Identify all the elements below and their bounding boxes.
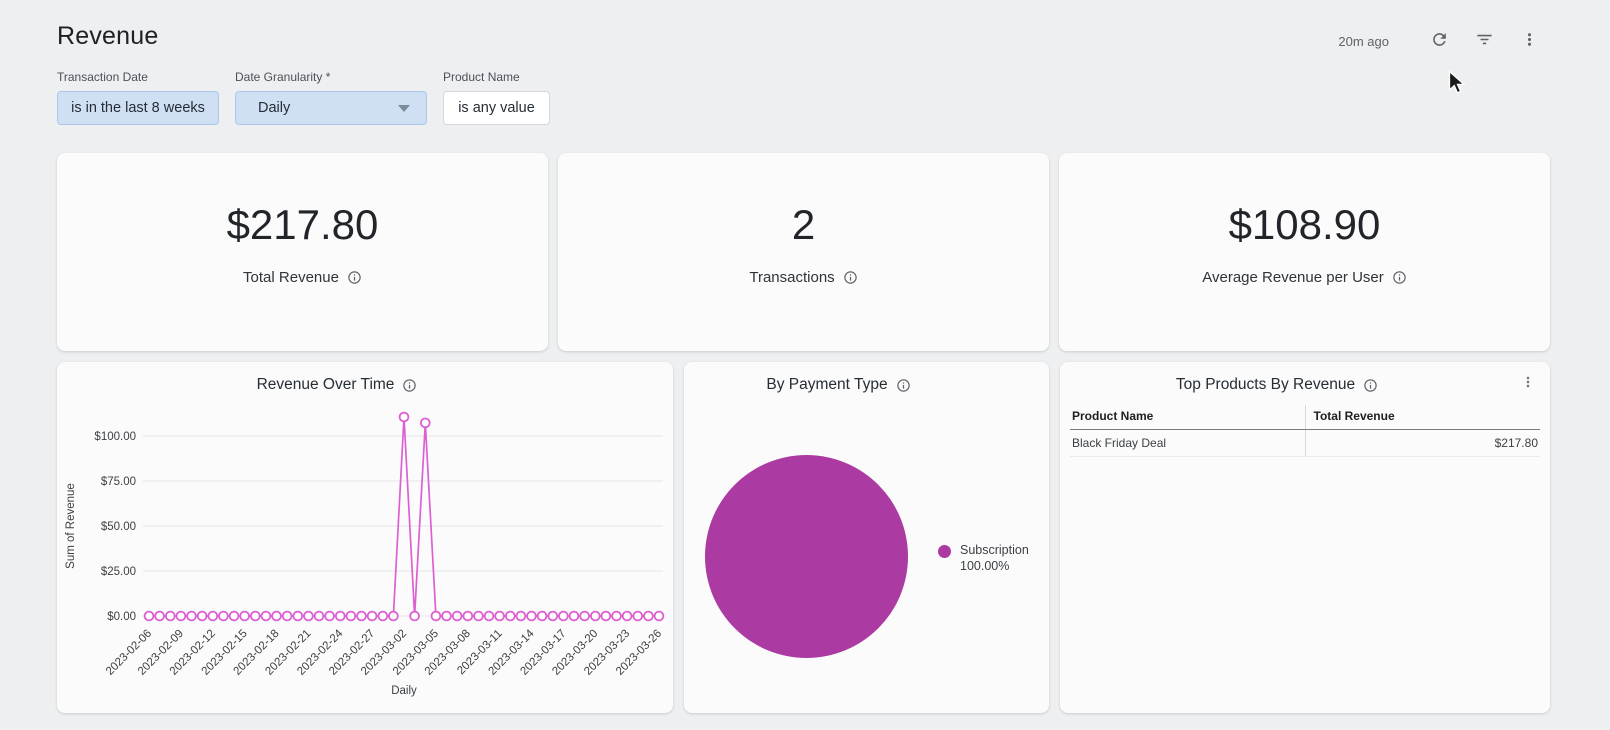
total-revenue-tile: $217.80 Total Revenue xyxy=(57,153,548,351)
info-icon[interactable] xyxy=(402,378,417,393)
transaction-date-filter-chip[interactable]: is in the last 8 weeks xyxy=(57,91,219,125)
pie-slice-subscription[interactable] xyxy=(705,455,908,658)
kpi-value: 2 xyxy=(791,201,816,248)
filter-value: is in the last 8 weeks xyxy=(71,100,205,116)
pie-legend[interactable]: Subscription 100.00% xyxy=(938,542,1029,574)
filter-label: Date Granularity * xyxy=(235,70,331,84)
refresh-icon xyxy=(1430,30,1449,52)
filter-value: is any value xyxy=(458,100,535,116)
filter-group-transaction-date: Transaction Date is in the last 8 weeks xyxy=(57,70,219,125)
date-granularity-dropdown[interactable]: Daily xyxy=(235,91,427,125)
filter-label: Product Name xyxy=(443,70,520,84)
svg-text:$0.00: $0.00 xyxy=(107,611,136,623)
kpi-value: $217.80 xyxy=(226,201,379,248)
dashboard-more-button[interactable] xyxy=(1517,27,1542,55)
average-revenue-per-user-tile: $108.90 Average Revenue per User xyxy=(1059,153,1550,351)
chart-title: Top Products By Revenue xyxy=(1175,376,1356,393)
kpi-label: Total Revenue xyxy=(243,269,339,286)
cell-product-name[interactable]: Black Friday Deal xyxy=(1070,429,1305,457)
page-title: Revenue xyxy=(57,22,159,50)
revenue-dashboard: Revenue 20m ago Transaction Date is in t… xyxy=(0,0,1610,713)
info-icon[interactable] xyxy=(1363,378,1378,393)
cell-total-revenue[interactable]: $217.80 xyxy=(1304,429,1540,457)
by-payment-type-tile: By Payment Type Subscription 100.00% xyxy=(684,362,1049,713)
kpi-row: $217.80 Total Revenue 2 Transactions $10… xyxy=(57,153,1550,351)
filter-label: Transaction Date xyxy=(57,70,148,84)
product-name-filter-chip[interactable]: is any value xyxy=(443,91,550,125)
info-icon[interactable] xyxy=(896,378,911,393)
filter-bar: Transaction Date is in the last 8 weeks … xyxy=(57,70,1550,125)
kebab-menu-icon xyxy=(1520,376,1536,393)
kpi-value: $108.90 xyxy=(1228,201,1381,248)
legend-swatch xyxy=(938,545,951,558)
dashboard-filters-button[interactable] xyxy=(1472,27,1497,55)
svg-text:Daily: Daily xyxy=(391,685,417,697)
refresh-button[interactable] xyxy=(1427,27,1452,55)
transactions-tile: 2 Transactions xyxy=(558,153,1049,351)
svg-text:$25.00: $25.00 xyxy=(101,566,136,578)
filter-icon xyxy=(1475,30,1494,52)
column-header-product-name[interactable]: Product Name xyxy=(1070,405,1305,430)
svg-text:$50.00: $50.00 xyxy=(101,521,136,533)
filter-group-product-name: Product Name is any value xyxy=(443,70,550,125)
svg-text:Sum of Revenue: Sum of Revenue xyxy=(65,483,77,569)
svg-text:$100.00: $100.00 xyxy=(94,431,136,443)
last-updated-label: 20m ago xyxy=(1338,33,1389,49)
legend-label: Subscription xyxy=(960,543,1029,557)
svg-text:$75.00: $75.00 xyxy=(101,476,136,488)
line-chart[interactable]: $0.00 $25.00 $50.00 $75.00 $100.00 Sum of Rev… xyxy=(57,394,673,706)
header-actions: 20m ago xyxy=(1338,27,1542,55)
tile-more-button[interactable] xyxy=(1518,372,1538,395)
column-header-total-revenue[interactable]: Total Revenue xyxy=(1304,405,1540,430)
kpi-label: Transactions xyxy=(749,269,835,286)
chevron-down-icon xyxy=(398,104,410,112)
filter-group-date-granularity: Date Granularity * Daily xyxy=(235,70,427,125)
chart-title: By Payment Type xyxy=(766,376,888,393)
kebab-menu-icon xyxy=(1520,30,1539,52)
table-row[interactable]: Black Friday Deal $217.80 xyxy=(1070,429,1540,457)
top-products-by-revenue-tile: Top Products By Revenue Product Name Tot… xyxy=(1060,362,1550,713)
info-icon[interactable] xyxy=(347,270,362,285)
dashboard-header: Revenue 20m ago xyxy=(57,0,1550,52)
info-icon[interactable] xyxy=(843,270,858,285)
info-icon[interactable] xyxy=(1392,270,1407,285)
revenue-over-time-tile: Revenue Over Time $0.00 $25.00 $50.00 $75.0… xyxy=(57,362,673,713)
dropdown-value: Daily xyxy=(258,100,291,116)
chart-title: Revenue Over Time xyxy=(256,376,395,393)
viz-row: Revenue Over Time $0.00 $25.00 $50.00 $75.0… xyxy=(57,362,1550,713)
kpi-label: Average Revenue per User xyxy=(1202,269,1384,286)
top-products-table: Product Name Total Revenue Black Friday … xyxy=(1070,405,1540,457)
legend-percent: 100.00% xyxy=(960,559,1010,573)
